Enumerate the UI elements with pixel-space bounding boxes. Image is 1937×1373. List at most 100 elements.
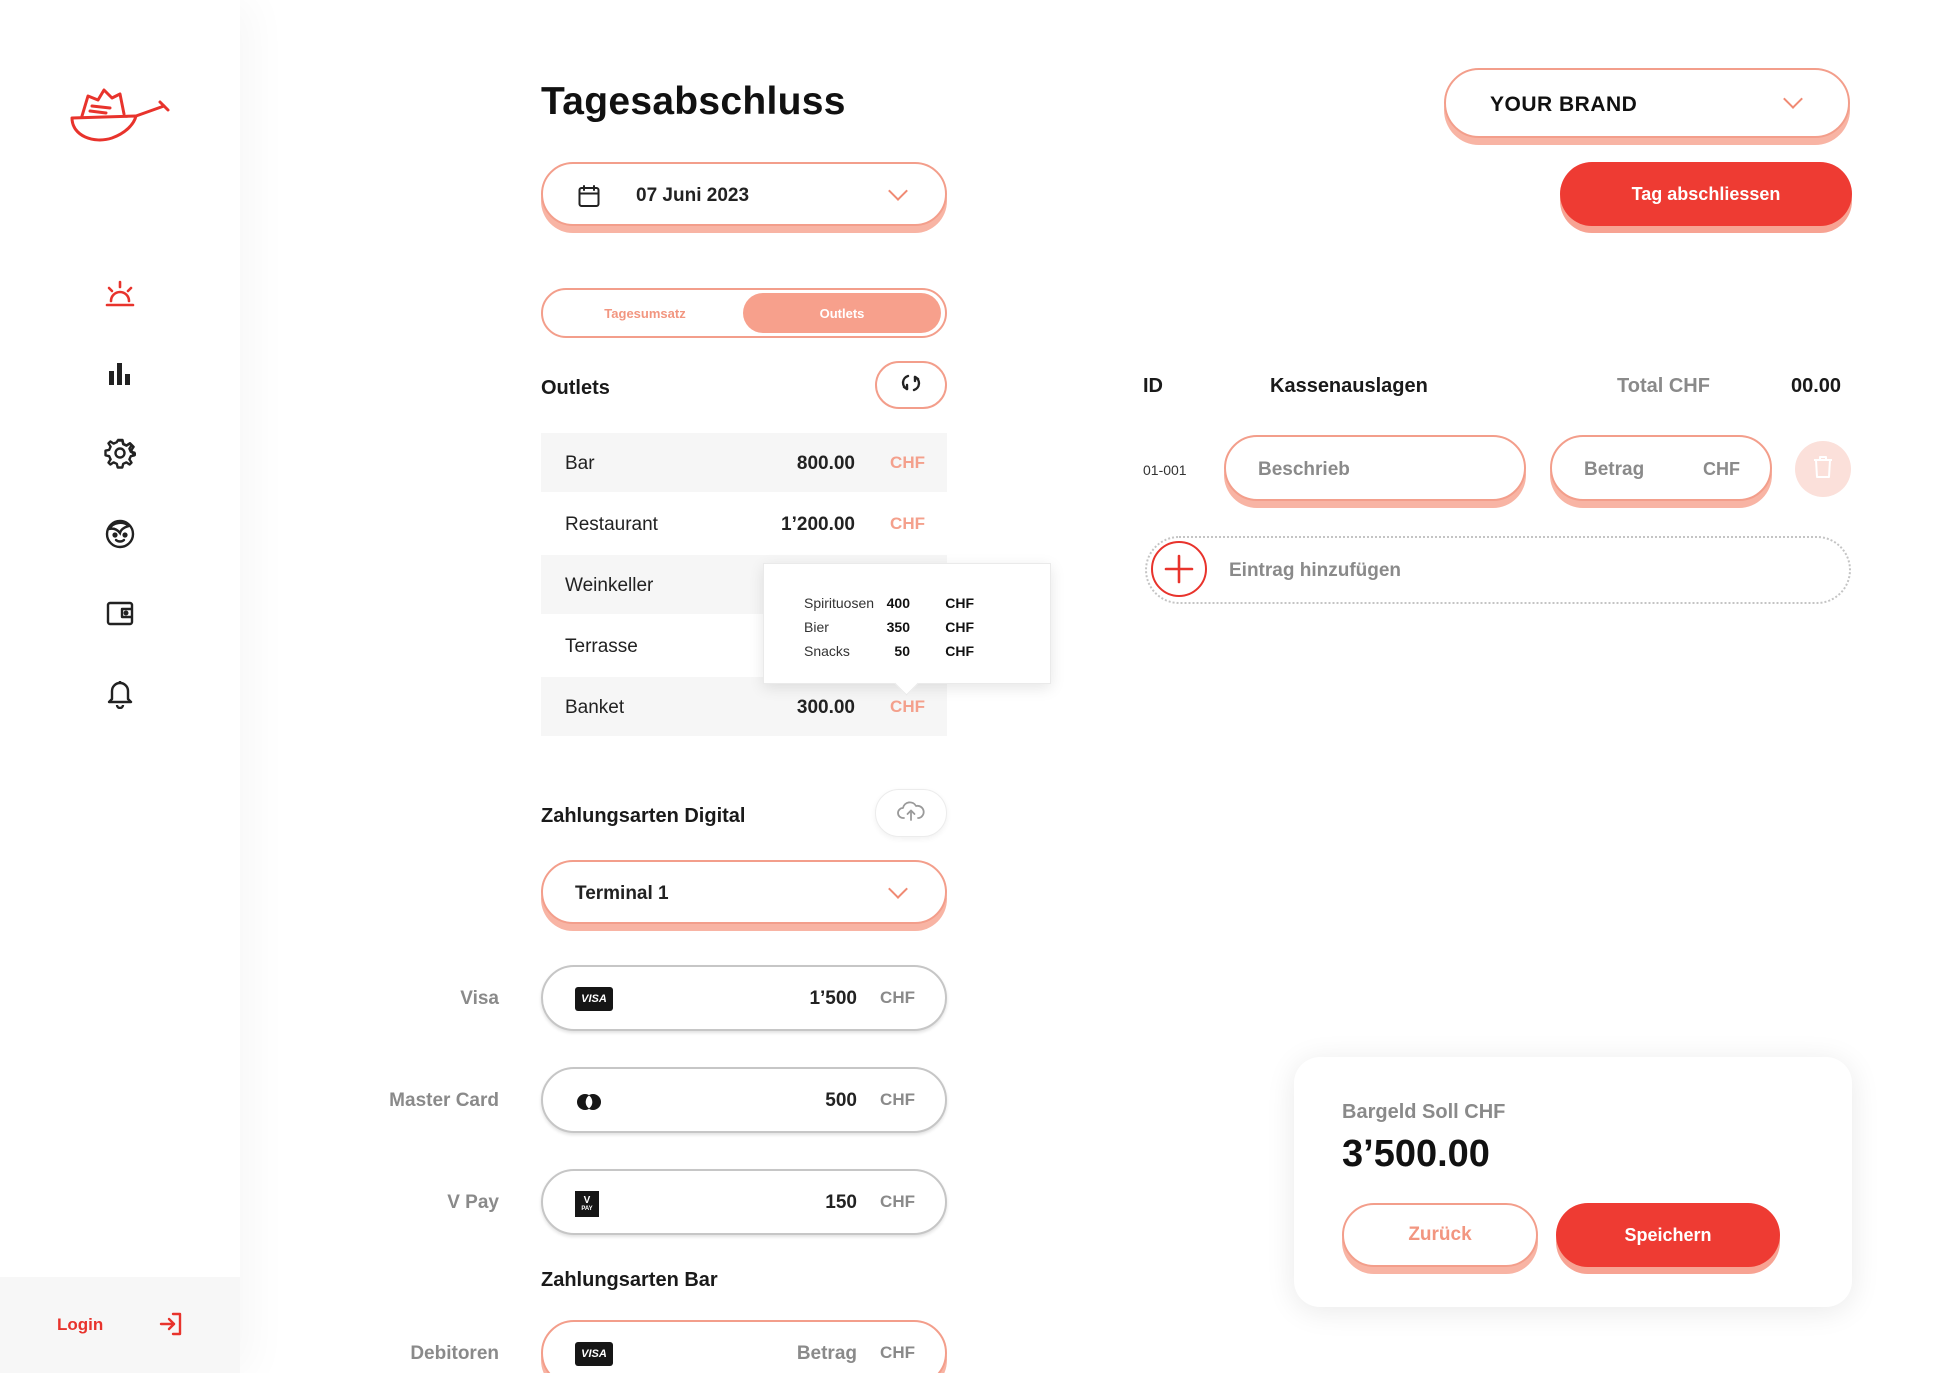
add-entry-label: Eintrag hinzufügen (1229, 560, 1402, 581)
outlet-name: Weinkeller (565, 575, 654, 596)
delete-entry-button[interactable] (1795, 441, 1851, 497)
vpay-badge-letter: V (583, 1194, 591, 1206)
plus-icon (1151, 541, 1207, 597)
outlet-name: Bar (565, 453, 595, 474)
total-value: 00.00 (1791, 375, 1842, 397)
tooltip-row: Spirituosen 400 CHF (804, 595, 1014, 615)
date-select[interactable]: 07 Juni 2023 (541, 162, 947, 226)
tooltip-item-name: Snacks (804, 643, 850, 659)
tooltip-item-currency: CHF (945, 643, 974, 659)
terminal-select[interactable]: Terminal 1 (541, 860, 947, 924)
outlets-heading: Outlets (541, 377, 610, 399)
tab-tagesumsatz[interactable]: Tagesumsatz (547, 293, 743, 333)
payment-label-debitoren: Debitoren (410, 1343, 499, 1364)
cash-label: Bargeld Soll CHF (1342, 1101, 1506, 1123)
sunrise-icon (104, 279, 136, 312)
payment-currency: CHF (880, 988, 915, 1007)
bell-icon (106, 677, 134, 714)
payment-placeholder: Betrag (796, 1343, 857, 1364)
page-title: Tagesabschluss (541, 80, 846, 123)
payment-label-vpay: V Pay (447, 1192, 499, 1213)
visa-icon: VISA (575, 987, 613, 1011)
outlet-currency: CHF (890, 697, 925, 716)
trash-icon (1812, 455, 1834, 484)
wallet-icon (105, 598, 135, 633)
bar-payments-heading: Zahlungsarten Bar (541, 1269, 718, 1291)
brand-value: YOUR BRAND (1490, 93, 1638, 116)
mastercard-amount-field[interactable]: 500 CHF (541, 1067, 947, 1133)
bar-chart-icon (106, 359, 134, 392)
total-label: Total CHF (1617, 375, 1710, 397)
outlet-currency: CHF (890, 453, 925, 472)
tooltip-item-value: 50 (894, 643, 910, 659)
save-button[interactable]: Speichern (1556, 1203, 1780, 1267)
cloud-upload-icon (897, 800, 925, 827)
login-label[interactable]: Login (57, 1315, 103, 1335)
outlet-value: 800.00 (796, 453, 855, 474)
refresh-button[interactable] (875, 361, 947, 409)
tab-outlets[interactable]: Outlets (743, 293, 941, 333)
tooltip-item-currency: CHF (945, 595, 974, 611)
cash-amount: 3’500.00 (1342, 1133, 1490, 1175)
face-icon (103, 516, 137, 555)
vpay-badge-sub: PAY (581, 1205, 593, 1212)
mastercard-icon (575, 1093, 603, 1116)
terminal-value: Terminal 1 (575, 883, 669, 904)
outlet-row[interactable]: Banket 300.00 CHF (541, 677, 947, 736)
outlet-name: Terrasse (565, 636, 638, 657)
tooltip-row: Bier 350 CHF (804, 619, 1014, 639)
login-bar[interactable]: Login (0, 1277, 240, 1373)
nav-notifications[interactable] (100, 675, 140, 715)
visa-amount-field[interactable]: VISA 1’500 CHF (541, 965, 947, 1031)
outlet-name: Banket (565, 697, 625, 718)
logo-icon[interactable] (68, 86, 172, 148)
outlet-row[interactable]: Restaurant 1’200.00 CHF (541, 494, 947, 553)
outlet-value: 300.00 (796, 697, 855, 718)
debitoren-amount-field[interactable]: VISA Betrag CHF (541, 1320, 947, 1373)
tooltip-item-value: 400 (886, 595, 910, 611)
amount-input[interactable]: Betrag CHF (1550, 435, 1772, 501)
payment-currency: CHF (880, 1192, 915, 1211)
add-entry-button[interactable]: Eintrag hinzufügen (1145, 536, 1851, 604)
payment-label-mastercard: Master Card (389, 1090, 499, 1111)
description-input[interactable]: Beschrieb (1224, 435, 1526, 501)
chevron-down-icon (888, 181, 908, 201)
vpay-amount-field[interactable]: V PAY 150 CHF (541, 1169, 947, 1235)
view-toggle: Tagesumsatz Outlets (541, 288, 947, 338)
nav-wallet[interactable] (100, 595, 140, 635)
column-id: ID (1143, 375, 1163, 397)
close-day-button[interactable]: Tag abschliessen (1560, 162, 1852, 226)
payment-value: 1’500 (809, 988, 857, 1009)
tooltip-row: Snacks 50 CHF (804, 643, 1014, 663)
digital-heading: Zahlungsarten Digital (541, 805, 746, 827)
outlet-row[interactable]: Bar 800.00 CHF (541, 433, 947, 492)
gear-icon (104, 437, 138, 474)
back-button[interactable]: Zurück (1342, 1203, 1538, 1267)
tooltip-item-name: Bier (804, 619, 829, 635)
nav-dashboard[interactable] (100, 275, 140, 315)
description-placeholder: Beschrieb (1258, 459, 1350, 480)
payment-value: 150 (825, 1192, 857, 1213)
payment-label-visa: Visa (460, 988, 499, 1009)
chevron-down-icon (1783, 89, 1803, 109)
date-value: 07 Juni 2023 (636, 185, 750, 206)
kassenauslagen-heading: Kassenauslagen (1270, 375, 1428, 397)
amount-currency: CHF (1703, 459, 1740, 479)
tooltip-item-name: Spirituosen (804, 595, 875, 611)
upload-button[interactable] (875, 789, 947, 837)
chevron-down-icon (888, 879, 908, 899)
cash-summary-card: Bargeld Soll CHF 3’500.00 Zurück Speiche… (1294, 1057, 1852, 1307)
outlet-name: Restaurant (565, 514, 658, 535)
brand-select[interactable]: YOUR BRAND (1444, 68, 1850, 138)
calendar-icon (577, 184, 601, 213)
nav-statistics[interactable] (100, 355, 140, 395)
nav-profile[interactable] (100, 515, 140, 555)
outlet-breakdown-tooltip: Spirituosen 400 CHF Bier 350 CHF Snacks … (763, 563, 1051, 684)
vpay-icon: V PAY (575, 1191, 599, 1217)
payment-currency: CHF (880, 1343, 915, 1362)
nav-settings[interactable] (100, 435, 140, 475)
outlet-value: 1’200.00 (781, 514, 855, 535)
entry-id: 01-001 (1143, 462, 1187, 478)
outlet-currency: CHF (890, 514, 925, 533)
login-icon[interactable] (158, 1311, 184, 1337)
